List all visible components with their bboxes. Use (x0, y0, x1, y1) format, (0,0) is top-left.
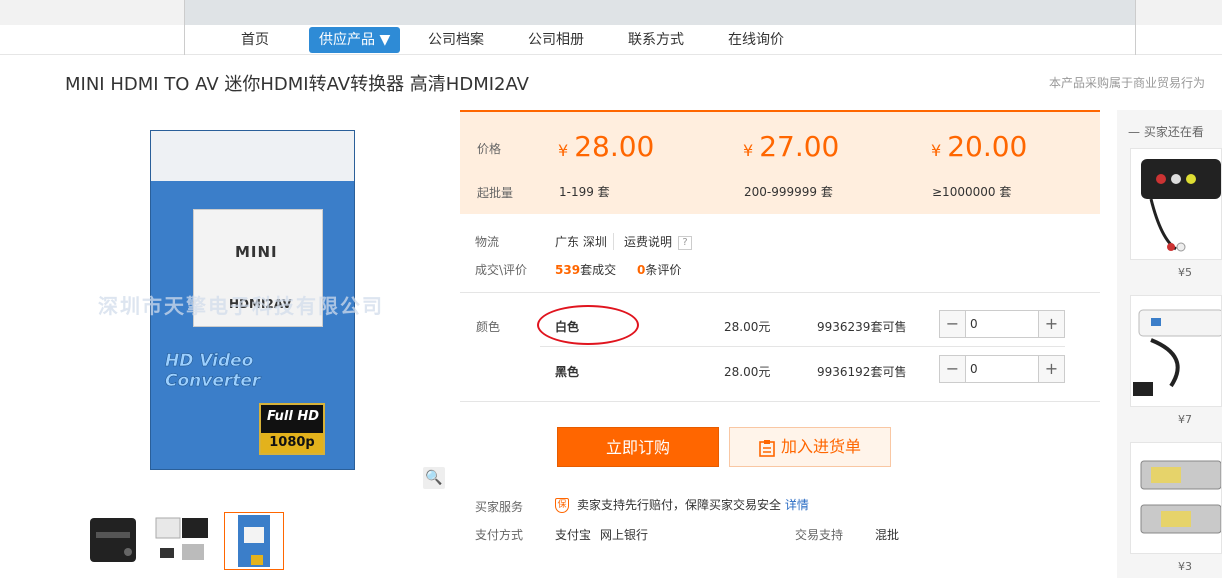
service-detail-link[interactable]: 详情 (785, 498, 809, 512)
device-brand-text: MINI (235, 243, 278, 261)
related-title: — 买家还在看 (1128, 125, 1204, 139)
price-label: 价格 (477, 142, 502, 156)
package-subtitle: HD Video Converter (165, 351, 261, 392)
thumbnail-3-image (238, 515, 270, 567)
add-to-cart-label: 加入进货单 (780, 437, 861, 456)
nav-home[interactable]: 首页 (241, 27, 269, 53)
range-tier-2: 200-999999 套 (744, 185, 833, 199)
add-to-cart-button[interactable]: 加入进货单 (729, 427, 891, 467)
deals-label: 成交\评价 (475, 263, 528, 277)
fullhd-badge-top: Full HD (267, 409, 319, 424)
moq-label: 起批量 (477, 186, 514, 200)
trade-support-label: 交易支持 (795, 528, 844, 542)
thumbnail-3-selected[interactable] (224, 512, 284, 570)
variant-divider (540, 346, 1065, 347)
quantity-stepper-white[interactable]: − + (939, 310, 1065, 338)
divider (460, 401, 1100, 402)
decrement-button[interactable]: − (940, 311, 966, 337)
related-item-2-image (1133, 309, 1221, 396)
price-tier-2: ¥27.00 (743, 130, 840, 163)
service-label: 买家服务 (475, 500, 524, 514)
related-item-1-image (1141, 159, 1221, 252)
related-item-3[interactable] (1130, 442, 1222, 554)
thumbnail-2-image (155, 517, 208, 560)
main-nav: 首页 供应产品 ▼ 公司档案 公司相册 联系方式 在线询价 (0, 25, 1222, 55)
shipping-info-link[interactable]: 运费说明? (613, 233, 693, 250)
variant-stock-black: 9936192套可售 (817, 365, 907, 379)
service-text: 保卖家支持先行赔付，保障买家交易安全 详情 (555, 496, 809, 513)
top-banner-inner (184, 0, 1136, 25)
product-title: MINI HDMI TO AV 迷你HDMI转AV转换器 高清HDMI2AV (65, 74, 529, 95)
payment-label: 支付方式 (475, 528, 524, 542)
nav-contact[interactable]: 联系方式 (628, 27, 684, 53)
quantity-input[interactable] (970, 360, 1030, 378)
trade-support-value: 混批 (875, 528, 900, 542)
shield-icon: 保 (555, 498, 569, 513)
logistics-location: 广东 深圳 (555, 235, 607, 249)
highlight-ring (537, 305, 639, 345)
nav-products[interactable]: 供应产品 ▼ (309, 27, 401, 53)
variant-stock-white: 9936239套可售 (817, 320, 907, 334)
increment-button[interactable]: + (1038, 356, 1064, 382)
nav-inquiry[interactable]: 在线询价 (728, 27, 784, 53)
buy-now-button[interactable]: 立即订购 (557, 427, 719, 467)
divider (460, 292, 1100, 293)
payment-method-alipay: 支付宝 (555, 528, 592, 542)
price-panel: 价格 起批量 ¥28.00 1-199 套 ¥27.00 200-999999 … (460, 110, 1100, 214)
related-item-3-image (1140, 460, 1221, 534)
zoom-icon[interactable]: 🔍 (423, 467, 445, 489)
payment-method-bank: 网上银行 (600, 528, 649, 542)
variant-price-black: 28.00元 (724, 365, 771, 379)
related-item-1[interactable] (1130, 148, 1222, 260)
main-nav-inner: 首页 供应产品 ▼ 公司档案 公司相册 联系方式 在线询价 (184, 25, 1136, 55)
increment-button[interactable]: + (1038, 311, 1064, 337)
decrement-button[interactable]: − (940, 356, 966, 382)
deals-count: 539套成交 (555, 263, 617, 277)
related-item-3-price: ¥3 (1178, 560, 1192, 573)
related-item-1-price: ¥5 (1178, 266, 1192, 279)
fullhd-badge-bottom: 1080p (261, 433, 323, 453)
variant-name-black[interactable]: 黑色 (555, 363, 579, 380)
range-tier-3: ≥1000000 套 (932, 185, 1012, 199)
clipboard-icon (759, 439, 775, 457)
thumbnail-2[interactable] (152, 512, 212, 570)
fullhd-badge: Full HD 1080p (259, 403, 325, 455)
quantity-stepper-black[interactable]: − + (939, 355, 1065, 383)
image-watermark: 深圳市天擎电子科技有限公司 (98, 294, 384, 318)
nav-company-profile[interactable]: 公司档案 (428, 27, 484, 53)
review-count[interactable]: 0条评价 (637, 261, 681, 278)
logistics-label: 物流 (475, 235, 500, 249)
trade-notice: 本产品采购属于商业贸易行为 (1048, 76, 1205, 90)
thumbnail-1[interactable] (84, 512, 144, 570)
range-tier-1: 1-199 套 (559, 185, 610, 199)
help-icon[interactable]: ? (678, 235, 693, 250)
related-item-2-price: ¥7 (1178, 413, 1192, 426)
variant-price-white: 28.00元 (724, 320, 771, 334)
color-label: 颜色 (476, 320, 501, 334)
top-banner (0, 0, 1222, 25)
price-tier-1: ¥28.00 (558, 130, 655, 163)
thumbnail-1-image (90, 518, 136, 562)
price-tier-3: ¥20.00 (931, 130, 1028, 163)
quantity-input[interactable] (970, 315, 1030, 333)
package-top (151, 131, 354, 181)
nav-company-album[interactable]: 公司相册 (528, 27, 584, 53)
related-item-2[interactable] (1130, 295, 1222, 407)
